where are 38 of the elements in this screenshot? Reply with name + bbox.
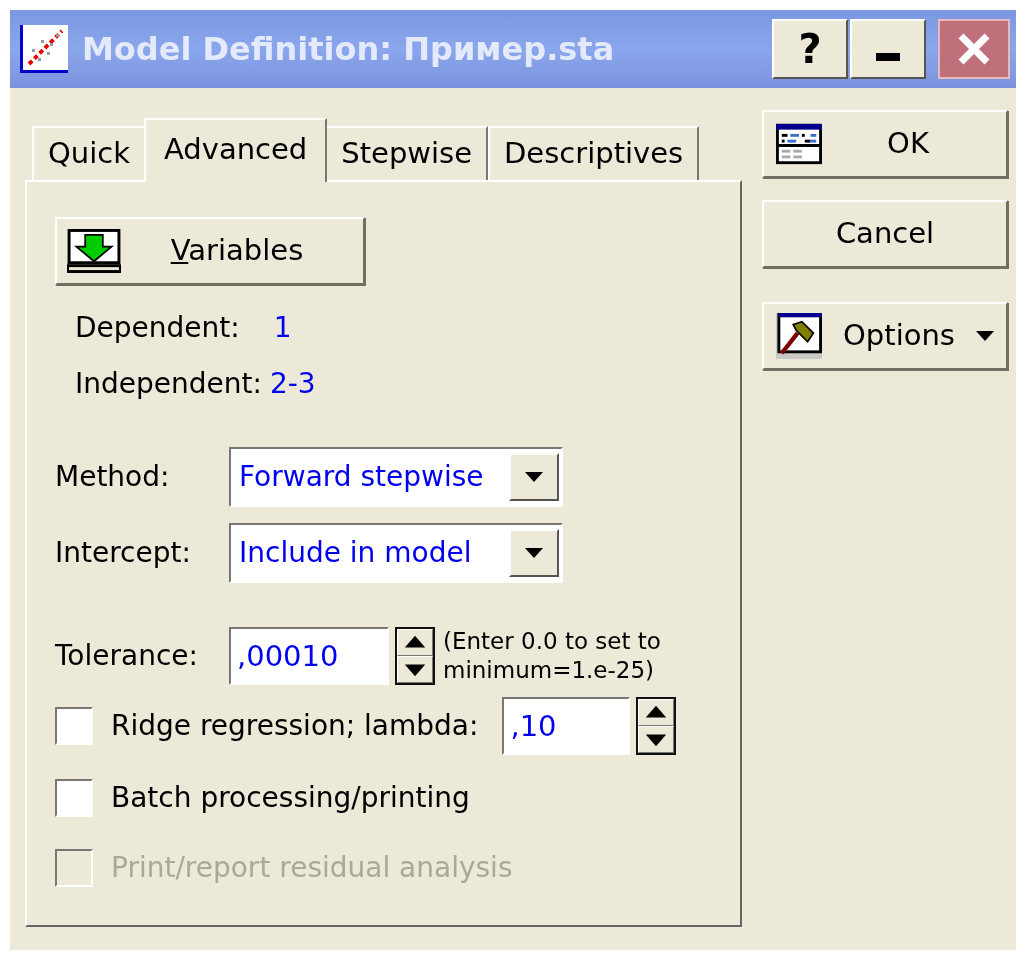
checkbox-label: Ridge regression; lambda: xyxy=(111,708,479,744)
field-label: Tolerance: xyxy=(55,638,199,674)
hint-text: (Enter 0.0 to set to minimum=1.e-25) xyxy=(443,627,662,685)
spinner[interactable] xyxy=(395,627,435,685)
download-arrow-icon xyxy=(67,229,121,273)
help-button[interactable]: ? xyxy=(772,19,848,79)
field-label: Method: xyxy=(55,459,171,495)
variable-label: Dependent: xyxy=(75,310,240,346)
options-button[interactable]: Options xyxy=(762,302,1008,370)
dialog-button[interactable]: Cancel xyxy=(762,200,1008,268)
close-button[interactable] xyxy=(938,19,1010,79)
tolerance-field[interactable]: ,00010 xyxy=(229,627,389,685)
dialog-button[interactable]: OK xyxy=(762,110,1008,178)
hammer-icon xyxy=(776,313,822,359)
variables-button[interactable]: Variables xyxy=(55,217,365,285)
minimize-icon xyxy=(876,53,900,61)
variable-label: Independent: xyxy=(75,366,262,402)
caret-icon xyxy=(976,331,994,341)
dropdown[interactable]: Forward stepwise xyxy=(229,447,563,507)
lambda-field[interactable]: ,10 xyxy=(502,697,631,755)
variable-value: 2-3 xyxy=(269,366,316,402)
field-label: Intercept: xyxy=(55,535,192,571)
checkbox-label: Batch processing/printing xyxy=(111,780,470,816)
tab[interactable]: Quick xyxy=(32,126,146,182)
minimize-button[interactable] xyxy=(850,19,926,79)
tab[interactable]: Descriptives xyxy=(488,126,700,182)
spinner[interactable] xyxy=(636,697,677,755)
table-icon xyxy=(776,123,822,165)
variable-value: 1 xyxy=(273,310,292,346)
checkbox[interactable] xyxy=(55,707,93,745)
scatter-plot-icon xyxy=(20,25,68,73)
dropdown[interactable]: Include in model xyxy=(229,523,563,583)
checkbox[interactable] xyxy=(55,779,93,817)
checkbox-label: Print/report residual analysis xyxy=(111,850,513,886)
close-icon xyxy=(956,31,992,67)
window-title: Model Definition: Пример.sta xyxy=(82,29,616,70)
tab[interactable]: Stepwise xyxy=(325,126,489,182)
tab[interactable]: Advanced xyxy=(144,118,328,182)
